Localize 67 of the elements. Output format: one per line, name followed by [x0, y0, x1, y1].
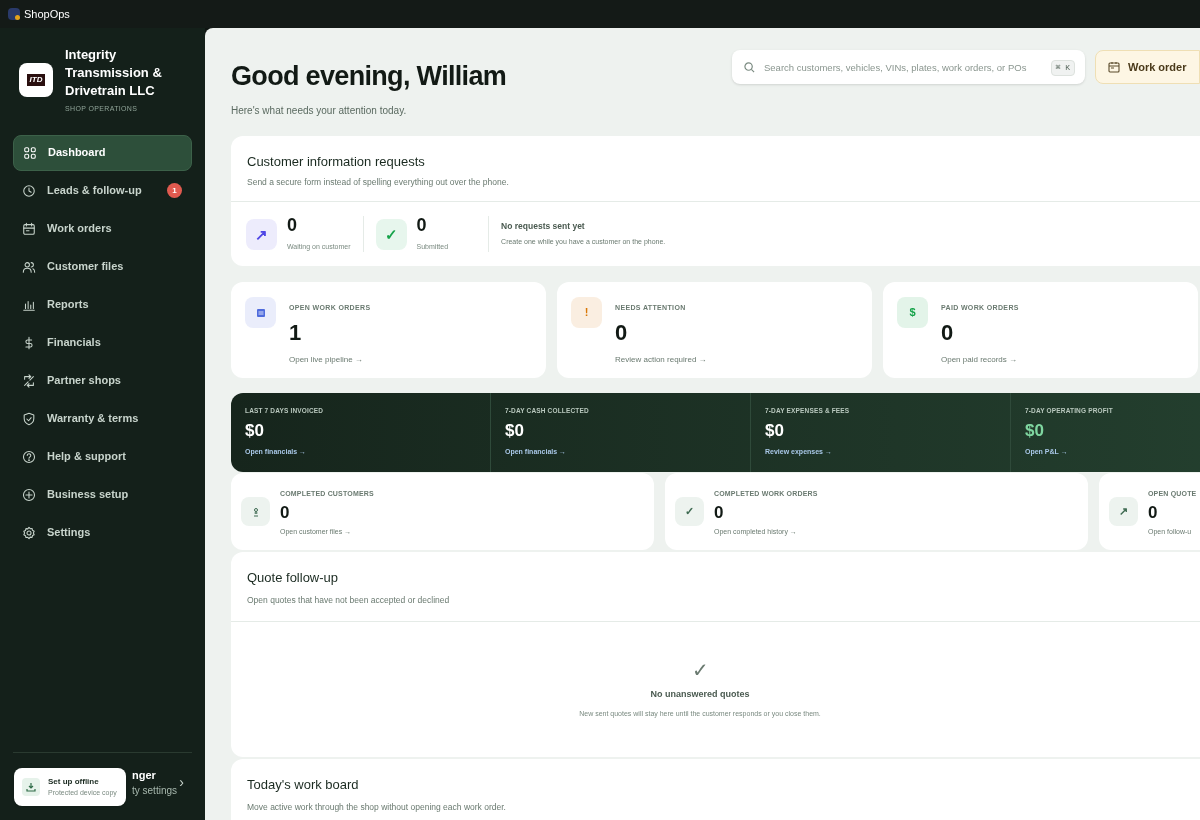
empty-title: No unanswered quotes [650, 687, 750, 701]
stat-value: 0 [714, 503, 725, 521]
card-title: Today's work board [247, 776, 360, 795]
sidebar-item[interactable]: Reports [13, 286, 192, 323]
gear-icon [22, 525, 36, 540]
check-icon: ✓ [685, 506, 694, 518]
arrow-icon: ↗ [1119, 506, 1128, 518]
stat-value: 1 [289, 321, 303, 344]
count-badge: 1 [167, 183, 182, 198]
dollar-icon [22, 335, 36, 350]
sidebar-item[interactable]: Settings [13, 514, 192, 551]
metric-value: $0 [765, 422, 785, 439]
shield-icon [22, 411, 36, 426]
download-icon [22, 778, 40, 796]
metric-value: $0 [245, 422, 265, 439]
check-icon: ✓ [691, 659, 709, 680]
sidebar-item[interactable]: Leads & follow-up 1 [13, 172, 192, 209]
user-detail: ty settings [132, 784, 178, 799]
calendar-icon [1108, 61, 1120, 73]
stat-value: 0 [615, 321, 629, 344]
sidebar-item[interactable]: Warranty & terms [13, 400, 192, 437]
greeting-heading: Good evening, William [231, 60, 507, 93]
greeting-subtitle: Here's what needs your attention today. [231, 103, 408, 118]
calendar-icon [22, 221, 36, 236]
sidebar-item[interactable]: Customer files [13, 248, 192, 285]
question-icon [22, 449, 36, 464]
card-subtitle: Move active work through the shop without opening each work order. [247, 800, 507, 814]
card-title: Quote follow-up [247, 569, 340, 588]
stat-link[interactable]: Open live pipeline → [289, 353, 371, 366]
sidebar-item[interactable]: Help & support [13, 438, 192, 475]
stat-value: 0 [287, 215, 298, 234]
sidebar-item[interactable]: Dashboard [13, 134, 192, 171]
company-name: Integrity Transmission & Drivetrain LLC [65, 46, 163, 100]
work-order-button[interactable]: Work order [1095, 50, 1200, 84]
shortcut-key: ⌘ K [1050, 60, 1075, 76]
app-logo-icon [8, 8, 20, 20]
toast-title: Set up offline [48, 775, 100, 788]
people-icon [22, 259, 36, 274]
company-logo: ITD [19, 63, 53, 98]
sidebar-item[interactable]: Work orders [13, 210, 192, 247]
stat-value: 0 [941, 321, 955, 344]
metric-value: $0 [505, 422, 525, 439]
metric-value: $0 [1025, 422, 1045, 439]
search-icon [744, 62, 755, 73]
card-title: Customer information requests [247, 152, 426, 171]
stat-value: 0 [416, 215, 428, 234]
user-name: nger [132, 767, 157, 783]
card-subtitle: Send a secure form instead of spelling everything out over the phone. [247, 176, 510, 189]
sidebar-item[interactable]: Business setup [13, 476, 192, 513]
card-subtitle: Open quotes that have not been accepted or declined [247, 593, 451, 607]
status-icon: ✓ [384, 226, 398, 242]
sidebar-item[interactable]: Partner shops [13, 362, 192, 399]
empty-title: No requests sent yet [501, 220, 586, 234]
stat-value: 0 [1148, 503, 1159, 521]
swap-icon [22, 373, 36, 388]
sidebar-item[interactable]: Financials [13, 324, 192, 361]
alert-icon: $ [909, 307, 916, 319]
plus-circle-icon [22, 487, 36, 502]
stat-link[interactable]: Review action required → [615, 353, 707, 366]
alert-icon: ! [584, 307, 589, 319]
clock-icon [22, 183, 36, 198]
status-icon: ↗ [255, 226, 268, 242]
grid-icon [23, 145, 37, 160]
stat-value: 0 [280, 503, 291, 521]
window-title: ShopOps [24, 6, 70, 22]
stat-link[interactable]: Open paid records → [941, 353, 1019, 366]
chevron-icon[interactable]: › [179, 772, 184, 793]
